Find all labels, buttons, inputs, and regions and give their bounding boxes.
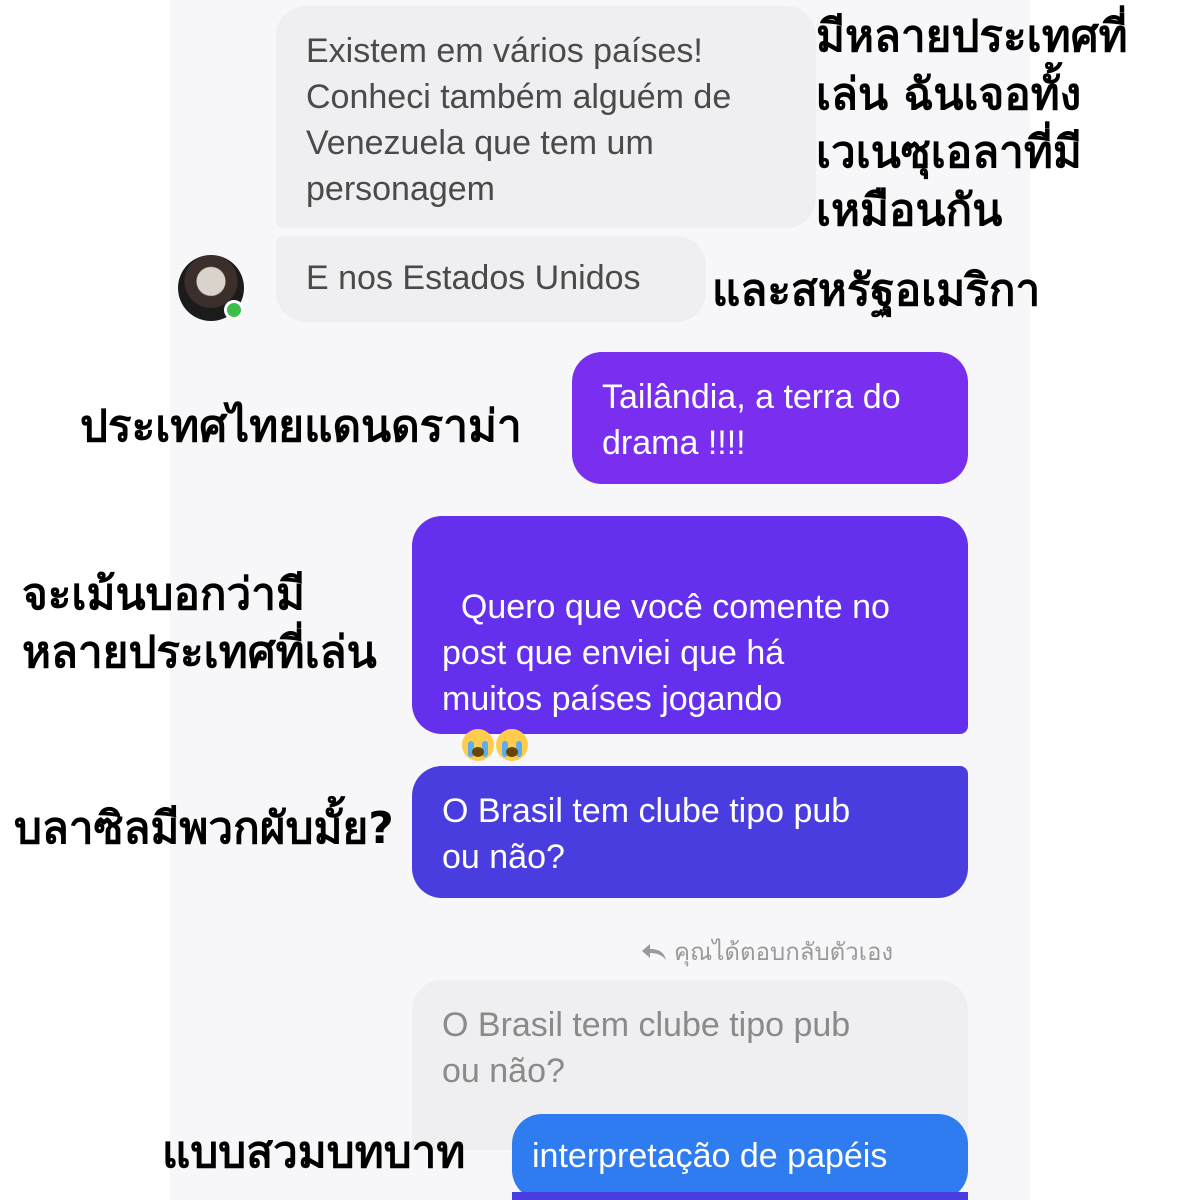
annotation-text: และสหรัฐอเมริกา bbox=[712, 265, 1041, 316]
annotation-text: บลาซิลมีพวกผับมั้ย? bbox=[14, 803, 394, 854]
reply-hint: คุณได้ตอบกลับตัวเอง bbox=[640, 932, 893, 971]
outgoing-message[interactable]: interpretação de papéis bbox=[512, 1114, 968, 1200]
crying-face-icon bbox=[461, 729, 494, 761]
outgoing-message[interactable]: O Brasil tem clube tipo pub ou não? bbox=[412, 766, 968, 898]
outgoing-message[interactable]: Tailândia, a terra do drama !!!! bbox=[572, 352, 968, 484]
next-message-edge bbox=[512, 1192, 968, 1200]
message-text: Quero que você comente no post que envie… bbox=[442, 588, 890, 718]
annotation-text: แบบสวมบทบาท bbox=[162, 1127, 466, 1178]
incoming-message[interactable]: Existem em vários países! Conheci também… bbox=[276, 6, 816, 228]
reply-hint-text: คุณได้ตอบกลับตัวเอง bbox=[674, 938, 894, 966]
annotation-text: ประเทศไทยแดนดราม่า bbox=[80, 401, 522, 452]
outgoing-message[interactable]: Quero que você comente no post que envie… bbox=[412, 516, 968, 853]
reply-arrow-icon bbox=[642, 944, 666, 960]
crying-face-icon bbox=[495, 729, 528, 761]
incoming-message[interactable]: E nos Estados Unidos bbox=[276, 236, 706, 322]
online-status-icon bbox=[224, 300, 244, 320]
annotation-text: จะเม้นบอกว่ามี หลายประเทศที่เล่น bbox=[22, 569, 377, 678]
annotation-text: มีหลายประเทศที่ เล่น ฉันเจอทั้ง เวเนซุเอ… bbox=[816, 11, 1128, 236]
